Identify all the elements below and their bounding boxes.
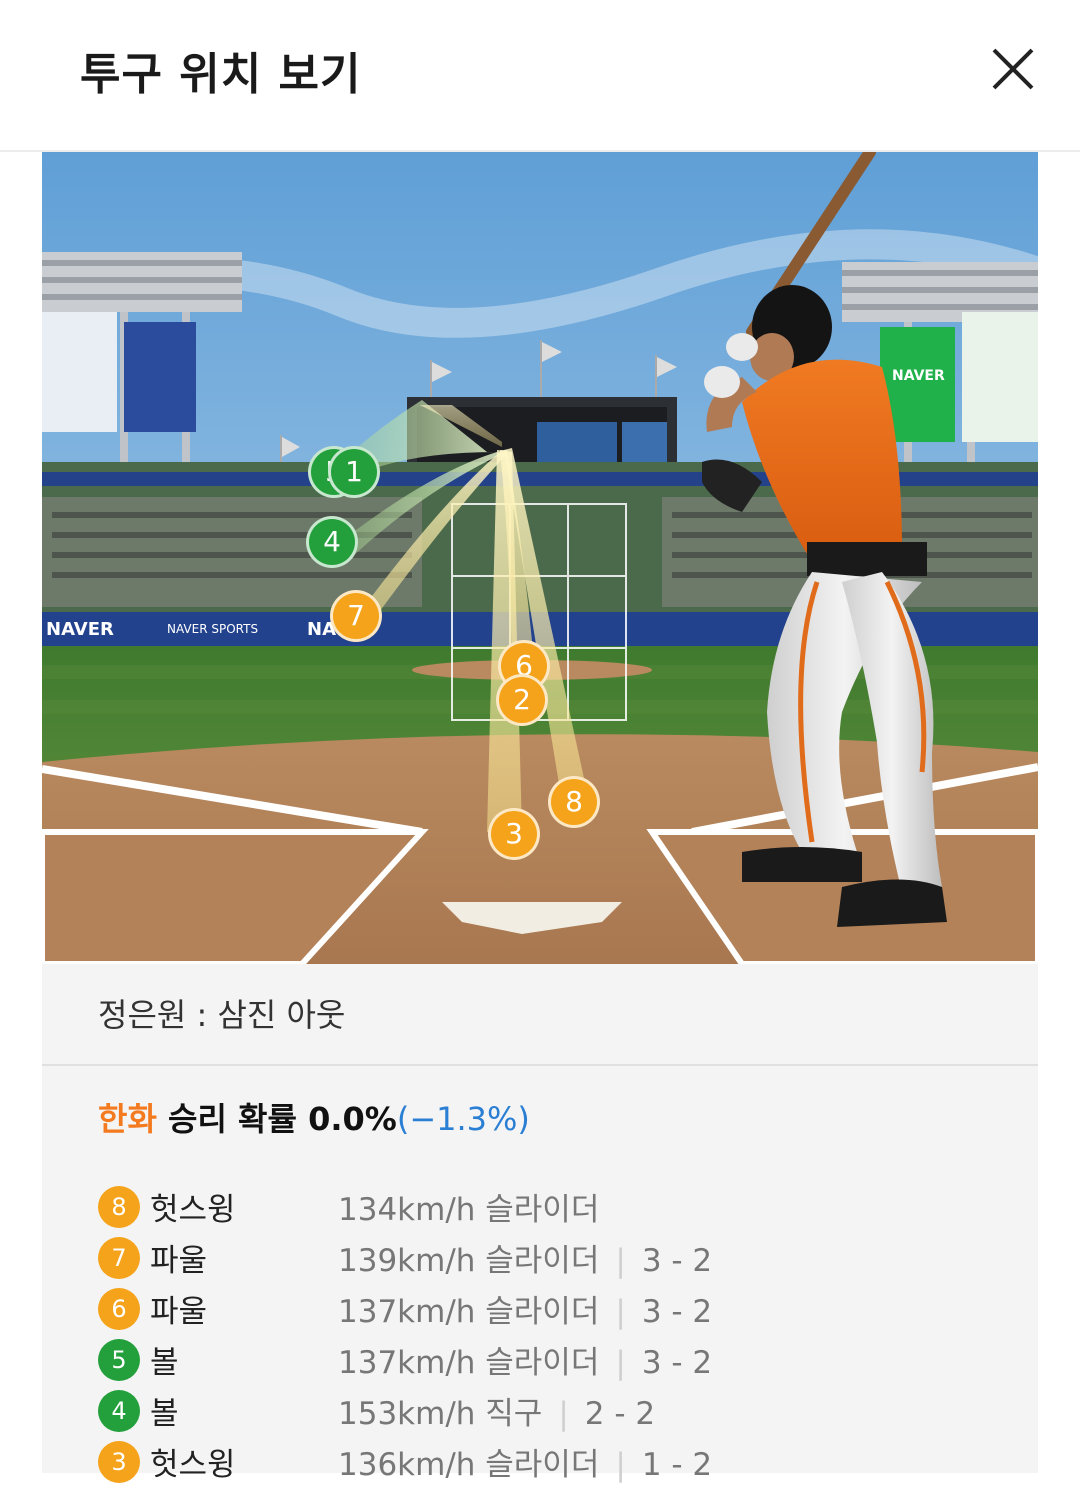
page-title: 투구 위치 보기 [80, 49, 362, 100]
pitch-outcome: 헛스윙 [150, 1192, 236, 1228]
pitch-row: 3 헛스윙 136km/h 슬라이더 | 1 - 2 [98, 1441, 998, 1492]
separator: | [615, 1243, 626, 1279]
pitch-speed: 139km/h [338, 1243, 486, 1279]
pitch-speed: 134km/h [338, 1192, 486, 1228]
pitch-outcome: 헛스윙 [150, 1447, 236, 1483]
naver-wall-ad: NAVER [46, 619, 114, 640]
pitch-outcome: 파울 [150, 1294, 208, 1330]
pitch-outcome: 파울 [150, 1243, 208, 1279]
pitch-number-badge: 5 [98, 1339, 140, 1381]
close-icon[interactable] [988, 44, 1038, 94]
ball-strike-count: 3 - 2 [641, 1345, 713, 1381]
pitch-type: 직구 [485, 1396, 543, 1432]
separator: | [615, 1294, 626, 1330]
pitch-type: 슬라이더 [485, 1192, 600, 1228]
play-result: 정은원 : 삼진 아웃 [98, 996, 346, 1034]
pitch-type: 슬라이더 [485, 1345, 600, 1381]
pitch-marker[interactable]: 4 [306, 516, 358, 568]
play-info-panel: 정은원 : 삼진 아웃 한화 승리 확률 0.0%(−1.3%) 8 헛스윙 134… [42, 964, 1038, 1483]
pitch-speed-type: 134km/h 슬라이더 [338, 1184, 599, 1229]
pitch-speed-type: 139km/h 슬라이더 | 3 - 2 [338, 1235, 712, 1280]
separator: | [558, 1396, 569, 1432]
pitch-outcome: 볼 [150, 1345, 179, 1381]
pitch-speed: 153km/h [338, 1396, 486, 1432]
pitch-row: 8 헛스윙 134km/h 슬라이더 [98, 1186, 998, 1237]
pitch-marker[interactable]: 7 [330, 590, 382, 642]
pitch-row: 5 볼 137km/h 슬라이더 | 3 - 2 [98, 1339, 998, 1390]
pitch-marker[interactable]: 2 [496, 674, 548, 726]
win-probability: 한화 승리 확률 0.0%(−1.3%) [98, 1094, 530, 1140]
pitch-type: 슬라이더 [485, 1447, 600, 1483]
win-probability-delta: (−1.3%) [396, 1100, 530, 1138]
pitch-number-badge: 8 [98, 1186, 140, 1228]
pitch-marker[interactable]: 3 [488, 808, 540, 860]
pitch-list: 8 헛스윙 134km/h 슬라이더 7 파울 139km/h 슬라이더 | 3 - 2 6 파울… [98, 1186, 998, 1492]
pitch-location-view: NAVER NAVER NAVER SPORTS NA 1 4 7 6 2 8 … [42, 152, 1038, 964]
pitch-number-badge: 3 [98, 1441, 140, 1483]
pitch-type: 슬라이더 [485, 1294, 600, 1330]
ball-strike-count: 1 - 2 [641, 1447, 713, 1483]
modal-header: 투구 위치 보기 [0, 0, 1080, 152]
pitch-row: 6 파울 137km/h 슬라이더 | 3 - 2 [98, 1288, 998, 1339]
pitch-marker[interactable]: 1 [328, 446, 380, 498]
pitch-number-badge: 6 [98, 1288, 140, 1330]
pitch-marker[interactable]: 8 [548, 776, 600, 828]
pitch-row: 7 파울 139km/h 슬라이더 | 3 - 2 [98, 1237, 998, 1288]
ball-strike-count: 3 - 2 [641, 1243, 713, 1279]
pitch-speed: 136km/h [338, 1447, 486, 1483]
naver-sports-ad: NAVER SPORTS [167, 622, 258, 636]
pitch-type: 슬라이더 [485, 1243, 600, 1279]
ball-strike-count: 2 - 2 [584, 1396, 656, 1432]
naver-banner-right: NAVER [892, 368, 945, 384]
stadium-illustration: NAVER NAVER NAVER SPORTS NA [42, 152, 1038, 964]
pitch-number-badge: 7 [98, 1237, 140, 1279]
pitch-speed-type: 137km/h 슬라이더 | 3 - 2 [338, 1286, 712, 1331]
pitch-speed-type: 137km/h 슬라이더 | 3 - 2 [338, 1337, 712, 1382]
win-probability-value: 승리 확률 0.0% [156, 1100, 397, 1138]
pitch-outcome: 볼 [150, 1396, 179, 1432]
pitch-row: 4 볼 153km/h 직구 | 2 - 2 [98, 1390, 998, 1441]
divider [42, 1064, 1038, 1066]
pitch-speed-type: 136km/h 슬라이더 | 1 - 2 [338, 1439, 712, 1484]
team-name: 한화 [98, 1100, 157, 1138]
separator: | [615, 1345, 626, 1381]
separator: | [615, 1447, 626, 1483]
pitch-number-badge: 4 [98, 1390, 140, 1432]
pitch-speed: 137km/h [338, 1294, 486, 1330]
pitch-speed-type: 153km/h 직구 | 2 - 2 [338, 1388, 655, 1433]
pitch-speed: 137km/h [338, 1345, 486, 1381]
ball-strike-count: 3 - 2 [641, 1294, 713, 1330]
